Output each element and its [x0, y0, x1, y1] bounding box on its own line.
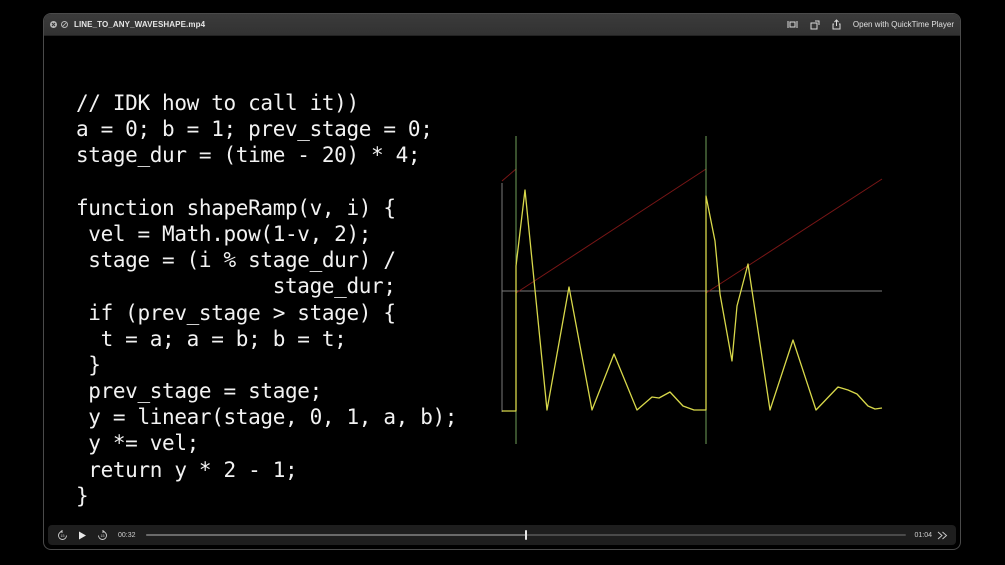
duration: 01:04: [914, 531, 932, 539]
svg-text:15: 15: [100, 534, 104, 538]
ramp-line: [501, 168, 517, 182]
quicktime-window: LINE_TO_ANY_WAVESHAPE.mp4 Open with Quic…: [44, 14, 960, 549]
open-with-quicktime-button[interactable]: Open with QuickTime Player: [853, 20, 954, 29]
ramp-line: [705, 178, 883, 294]
share-icon[interactable]: [831, 19, 843, 31]
scrubber-knob[interactable]: [525, 530, 527, 540]
rotate-icon[interactable]: [809, 19, 821, 31]
waveshape-curve: [502, 189, 883, 412]
disable-icon[interactable]: [61, 21, 68, 28]
fast-forward-icon[interactable]: [936, 529, 948, 541]
video-frame[interactable]: // IDK how to call it)) a = 0; b = 1; pre…: [48, 36, 956, 542]
play-icon[interactable]: [76, 529, 88, 541]
scrubber-track[interactable]: [145, 530, 907, 540]
trim-icon[interactable]: [787, 19, 799, 31]
waveshape-plot: [501, 136, 883, 444]
svg-text:15: 15: [60, 534, 64, 538]
playback-controls: 15 15 00:32 01:04: [48, 525, 956, 545]
close-icon[interactable]: [50, 21, 57, 28]
current-time: 00:32: [118, 531, 136, 539]
skip-back-15-icon[interactable]: 15: [56, 529, 68, 541]
skip-forward-15-icon[interactable]: 15: [96, 529, 108, 541]
ramp-line: [515, 168, 707, 294]
scrubber-progress: [145, 534, 526, 536]
title-actions: Open with QuickTime Player: [777, 19, 954, 31]
window-title: LINE_TO_ANY_WAVESHAPE.mp4: [74, 20, 206, 29]
title-bar: LINE_TO_ANY_WAVESHAPE.mp4 Open with Quic…: [44, 14, 960, 36]
